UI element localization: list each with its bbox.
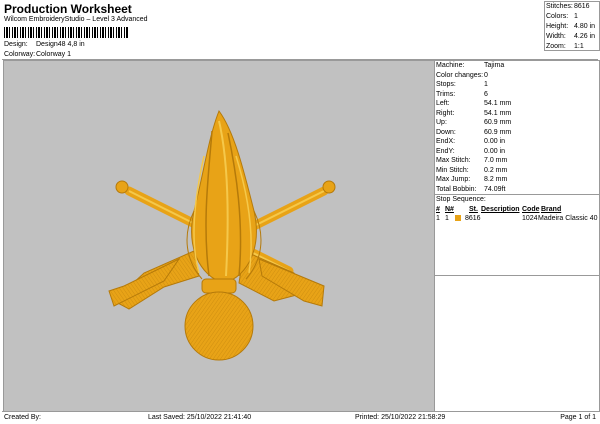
info-row: Max Jump: 8.2 mm (435, 175, 599, 185)
footer-created-by: Created By: (4, 414, 41, 421)
info-row: Machine: Tajima (435, 61, 599, 71)
col-code: Code (522, 206, 540, 213)
info-label: Max Jump: (436, 176, 471, 183)
info-value: 54.1 mm (484, 109, 512, 117)
machine-info: Machine: Tajima Color changes:0 Stops: 1 T… (435, 61, 599, 194)
footer: Created By: Last Saved: 25/10/2022 21:41… (2, 411, 598, 424)
design-value: Design48 4,8 in (36, 41, 85, 48)
summary-value: 4.80 in (574, 23, 596, 30)
summary-box: Stitches:8616 Colors: 1 Height: 4.80 in Wi… (544, 1, 600, 51)
info-row: Trims: 6 (435, 90, 599, 100)
info-label: Right: (436, 109, 455, 117)
info-label: Machine: (436, 62, 465, 69)
info-value: 7.0 mm (484, 157, 508, 164)
info-value: 8.2 mm (484, 176, 508, 183)
footer-last-saved: Last Saved: 25/10/2022 21:41:40 (148, 414, 252, 421)
summary-label: Stitches: (546, 3, 573, 10)
info-value: 74.09ft (484, 185, 506, 193)
info-row: Down: 60.9 mm (435, 128, 599, 138)
footer-page: Page 1 of 1 (560, 414, 596, 421)
software-subtitle: Wilcom EmbroideryStudio – Level 3 Advanc… (4, 16, 148, 23)
info-value: 60.9 mm (484, 128, 512, 136)
info-panel: Machine: Tajima Color changes:0 Stops: 1 T… (434, 60, 600, 412)
info-row: Max Stitch: 7.0 mm (435, 156, 599, 166)
row-code: 1024 (522, 215, 538, 222)
info-row: Up: 60.9 mm (435, 118, 599, 128)
summary-label: Height: (546, 23, 569, 30)
ball-shape (184, 291, 254, 361)
info-label: Max Stitch: (436, 157, 471, 164)
info-value: 54.1 mm (484, 100, 512, 107)
colorway-value: Colorway 1 (36, 51, 72, 58)
info-value: 1 (484, 81, 488, 88)
page-title: Production Worksheet (4, 2, 132, 16)
info-value: 0.2 mm (484, 166, 508, 174)
info-label: Total Bobbin: (436, 185, 477, 193)
footer-printed: Printed: 25/10/2022 21:58:29 (355, 414, 446, 421)
info-row: EndX: 0.00 in (435, 137, 599, 147)
row-hash: 1 (436, 215, 440, 222)
info-label: EndX: (436, 138, 456, 145)
info-row: Color changes:0 (435, 71, 599, 81)
info-label: Stops: (436, 81, 456, 88)
design-row: Design: Design48 4,8 in (4, 41, 85, 48)
row-st: 8616 (465, 215, 481, 222)
info-value: 60.9 mm (484, 119, 512, 126)
col-n: N# (445, 206, 454, 213)
summary-value: 8616 (574, 3, 590, 10)
info-row: Right: 54.1 mm (435, 109, 599, 119)
summary-colors: Colors: 1 (545, 12, 599, 22)
colorway-row: Colorway:Colorway 1 (4, 51, 71, 58)
summary-value: 1 (574, 13, 578, 20)
info-value: Tajima (484, 62, 505, 69)
summary-value: 1:1 (574, 43, 584, 50)
info-label: Up: (436, 119, 447, 126)
col-hash: # (436, 206, 440, 213)
row-brand: Madeira Classic 40 (538, 215, 598, 222)
summary-label: Width: (546, 33, 566, 40)
collar-shape (201, 278, 237, 294)
info-label: Trims: (436, 90, 456, 98)
info-label: Left: (436, 100, 450, 107)
info-value: 0 (484, 71, 488, 79)
summary-zoom: Zoom: 1:1 (545, 42, 599, 52)
info-label: EndY: (436, 147, 455, 155)
thread-color-swatch (455, 215, 461, 221)
info-row: Min Stitch: 0.2 mm (435, 166, 599, 176)
col-brand: Brand (541, 206, 562, 213)
summary-stitches: Stitches:8616 (545, 2, 599, 12)
info-row: EndY: 0.00 in (435, 147, 599, 157)
flame-shape (186, 109, 262, 284)
info-label: Color changes: (436, 71, 484, 79)
info-label: Down: (436, 128, 456, 136)
barcode (4, 27, 128, 38)
embroidery-design (108, 109, 336, 361)
info-row: Left: 54.1 mm (435, 99, 599, 109)
summary-height: Height: 4.80 in (545, 22, 599, 32)
summary-width: Width: 4.26 in (545, 32, 599, 42)
info-value: 0.00 in (484, 147, 506, 155)
info-row: Stops: 1 (435, 80, 599, 90)
stop-sequence-row: 1 1 8616 1024 Madeira Classic 40 (435, 214, 599, 223)
panel-bottom-area (435, 275, 599, 411)
info-label: Min Stitch: (436, 166, 469, 174)
design-preview (3, 60, 435, 412)
info-row: Total Bobbin: 74.09ft (435, 185, 599, 195)
summary-label: Colors: (546, 13, 569, 20)
summary-value: 4.26 in (574, 33, 596, 40)
stop-sequence-header: # N# St. Description Code Brand (435, 205, 599, 214)
colorway-label: Colorway: (4, 51, 36, 58)
info-value: 6 (484, 90, 488, 98)
col-description: Description (481, 206, 520, 213)
info-value: 0.00 in (484, 138, 506, 145)
design-label: Design: (4, 41, 28, 48)
summary-label: Zoom: (546, 43, 566, 50)
row-n: 1 (445, 215, 449, 222)
col-st: St. (469, 206, 478, 213)
stop-sequence-title: Stop Sequence: (435, 194, 599, 205)
